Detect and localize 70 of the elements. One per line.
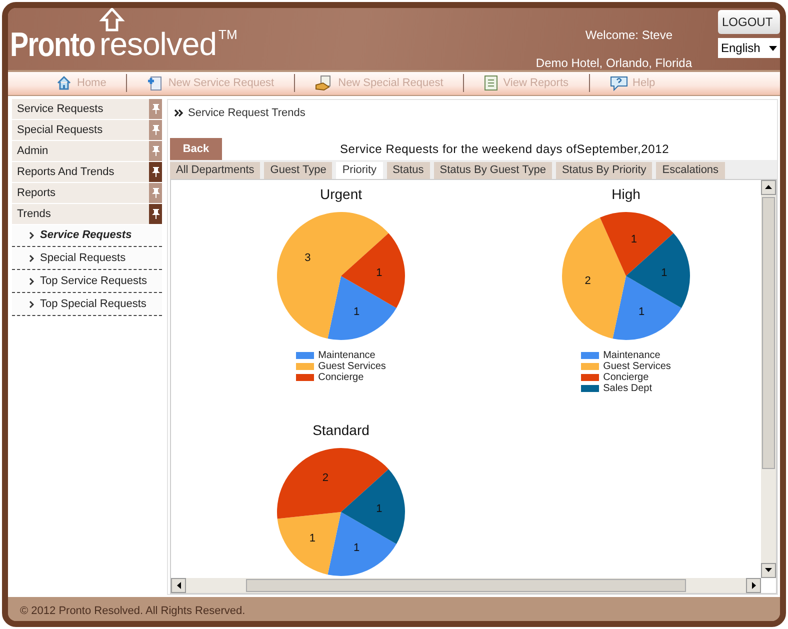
language-select[interactable]: English — [718, 38, 780, 58]
legend-label: Concierge — [603, 372, 649, 383]
legend-label: Maintenance — [603, 350, 660, 361]
legend-label: Guest Services — [603, 360, 671, 372]
welcome-text: Welcome: Steve — [585, 28, 673, 42]
logo: Pronto resolved$^{TM}$ — [10, 28, 238, 62]
tab[interactable]: All Departments — [170, 162, 260, 179]
chart-title: Standard — [312, 422, 370, 438]
scroll-left-button[interactable] — [171, 578, 186, 593]
up-arrow-icon — [765, 185, 772, 190]
data-label: 2 — [322, 472, 328, 484]
sidebar-item[interactable]: Reports — [12, 182, 162, 203]
sidebar-item[interactable]: Admin — [12, 140, 162, 161]
horizontal-scrollbar[interactable] — [171, 578, 761, 593]
down-arrow-icon — [765, 568, 772, 572]
report-title: Service Requests for the weekend days ofSeptember,2012 — [340, 142, 670, 158]
data-label: 1 — [661, 266, 668, 279]
pin-icon[interactable] — [149, 204, 162, 224]
tab[interactable]: Status By Priority — [556, 162, 652, 179]
hotel-location: Demo Hotel, Orlando, Florida — [536, 56, 692, 70]
breadcrumb: Service Request Trends — [188, 106, 306, 119]
back-button[interactable]: Back — [170, 138, 222, 160]
data-label: 3 — [304, 252, 311, 264]
logout-button[interactable]: LOGOUT — [718, 10, 780, 34]
data-label: 1 — [630, 233, 638, 246]
legend-label: Guest Services — [318, 360, 386, 372]
hand-document-icon — [315, 75, 334, 92]
sidebar-item[interactable]: Trends — [12, 204, 162, 224]
tab[interactable]: Status — [386, 162, 430, 179]
submenu-item[interactable]: Special Requests — [12, 248, 162, 270]
right-arrow-icon — [752, 582, 756, 589]
tab[interactable]: Guest Type — [264, 162, 332, 179]
left-arrow-icon — [176, 582, 180, 589]
vertical-scrollbar[interactable] — [761, 180, 776, 578]
notebook-icon — [484, 75, 498, 92]
pin-icon[interactable] — [149, 162, 162, 182]
chevron-icon — [29, 232, 34, 239]
double-chevron-icon — [174, 108, 184, 117]
tab[interactable]: Status By Guest Type — [434, 162, 552, 179]
home-icon — [56, 75, 72, 92]
chevron-icon — [29, 278, 34, 285]
chevron-icon — [29, 300, 34, 308]
tab[interactable]: Escalations — [656, 162, 725, 179]
data-label: 1 — [354, 542, 360, 554]
submenu-item[interactable]: Top Service Requests — [12, 270, 162, 293]
sidebar-item[interactable]: Reports And Trends — [12, 162, 162, 182]
sidebar-item[interactable]: Special Requests — [12, 120, 162, 140]
data-label: 1 — [376, 502, 382, 515]
chevron-icon — [29, 254, 34, 262]
caret-icon — [769, 46, 777, 50]
scroll-up-button[interactable] — [761, 180, 776, 195]
data-label: 1 — [638, 306, 645, 318]
submenu-item[interactable]: Service Requests — [12, 224, 162, 247]
data-label: 1 — [354, 306, 360, 318]
legend-label: Sales Dept — [603, 382, 652, 394]
copyright-text: © 2012 Pronto Resolved. All Rights Reserved. — [20, 605, 246, 617]
document-plus-icon — [147, 75, 164, 92]
legend-label: Concierge — [318, 372, 364, 383]
chart-title: Urgent — [320, 186, 362, 202]
submenu-item[interactable]: Top Special Requests — [12, 294, 162, 316]
data-label: 2 — [584, 274, 591, 287]
legend-label: Maintenance — [318, 350, 376, 361]
chart-title: High — [612, 186, 640, 202]
tab[interactable]: Priority — [336, 162, 383, 179]
help-icon — [610, 75, 628, 92]
scroll-right-button[interactable] — [746, 578, 761, 593]
scroll-down-button[interactable] — [761, 562, 776, 578]
data-label: 1 — [309, 532, 316, 545]
data-label: 1 — [376, 266, 382, 279]
sidebar-item[interactable]: Service Requests — [12, 98, 162, 119]
